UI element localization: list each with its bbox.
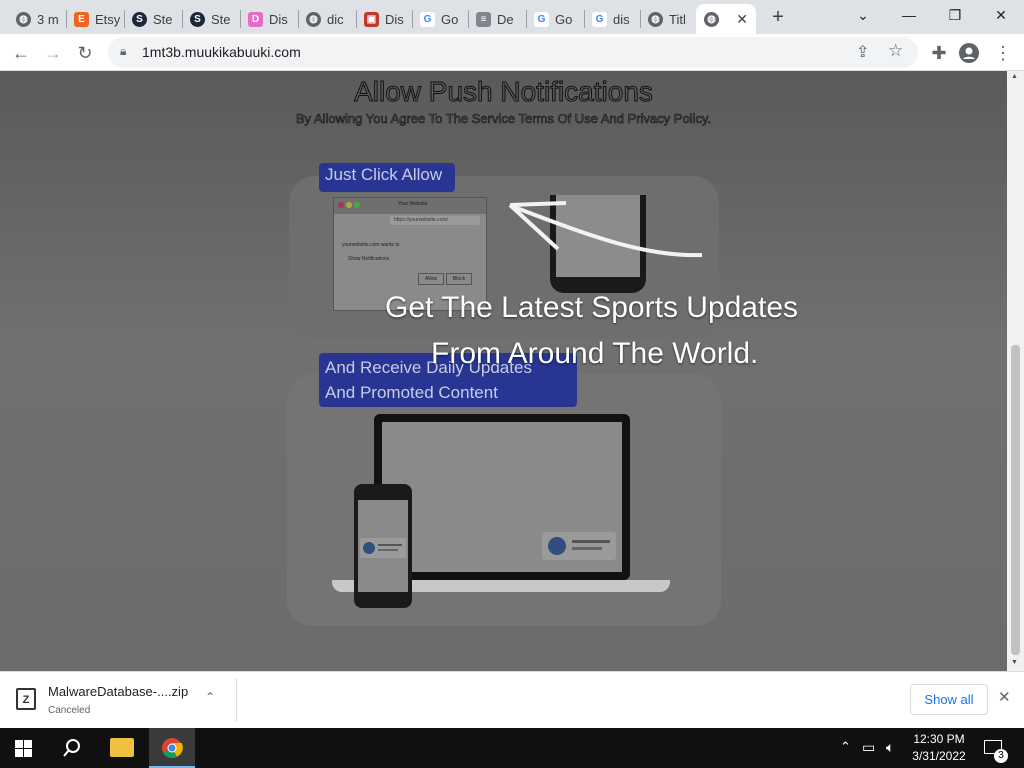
arrow-icon — [508, 201, 703, 258]
laptop-illustration — [374, 414, 630, 580]
tab[interactable]: S Ste — [182, 4, 240, 34]
phone-notification-card — [360, 538, 406, 558]
minimize-button[interactable]: — — [886, 0, 932, 30]
tab-label: Dis — [385, 11, 404, 27]
reload-button[interactable]: ↻ — [72, 40, 98, 66]
steam-icon: S — [132, 11, 147, 27]
download-status: Canceled — [48, 705, 91, 716]
file-explorer-icon[interactable] — [110, 738, 134, 757]
forward-button[interactable]: → — [40, 40, 66, 66]
tab-label: Dis — [269, 11, 288, 27]
tab-label: Ste — [211, 11, 231, 27]
tab-search-chevron-icon[interactable]: ⌄ — [840, 0, 886, 30]
info-icon — [363, 542, 375, 554]
tab[interactable]: ◍ 3 m — [8, 4, 64, 34]
tab-label: Ste — [153, 11, 173, 27]
zip-file-icon: Z — [16, 688, 36, 710]
menu-kebab-icon[interactable]: ⋮ — [990, 40, 1016, 66]
tab[interactable]: G dis — [584, 4, 640, 34]
web-page: Allow Push Notifications By Allowing You… — [0, 71, 1007, 671]
steam-icon: S — [190, 11, 205, 27]
scroll-up-arrow-icon[interactable]: ▲ — [1011, 73, 1018, 80]
page-subtitle: By Allowing You Agree To The Service Ter… — [295, 111, 712, 127]
gift-icon: ▣ — [364, 11, 379, 27]
laptop-notification-card — [542, 532, 616, 560]
tab[interactable]: G Go — [412, 4, 468, 34]
close-download-bar-icon[interactable]: ✕ — [998, 688, 1011, 706]
tab[interactable]: ▣ Dis — [356, 4, 412, 34]
tab-active[interactable]: ◍ ✕ — [696, 4, 756, 34]
globe-icon: ◍ — [16, 11, 31, 27]
tab-label: Etsy — [95, 11, 121, 27]
etsy-icon: E — [74, 11, 89, 27]
windows-start-icon[interactable] — [15, 740, 32, 757]
clock-time[interactable]: 12:30 PM — [906, 732, 972, 746]
tab[interactable]: S Ste — [124, 4, 182, 34]
download-bar: Z MalwareDatabase-....zip Canceled ⌃ Sho… — [0, 671, 1024, 728]
lock-icon[interactable]: 🔒︎ — [120, 44, 126, 59]
tab-close-icon[interactable]: ✕ — [736, 11, 748, 28]
tab[interactable]: D Dis — [240, 4, 298, 34]
doc-icon: ≡ — [476, 11, 491, 27]
tab-label: Go — [441, 11, 459, 27]
mock-browser-titlebar: Your Website — [334, 198, 486, 214]
tab[interactable]: ≡ De — [468, 4, 526, 34]
page-title: Allow Push Notifications — [354, 76, 654, 108]
close-window-button[interactable]: ✕ — [978, 0, 1024, 30]
tab-label: Go — [555, 11, 573, 27]
restore-button[interactable]: ❐ — [932, 0, 978, 30]
google-icon: G — [592, 11, 607, 27]
tab[interactable]: ◍ dic — [298, 4, 356, 34]
tab[interactable]: ◍ Titl — [640, 4, 696, 34]
overlay-headline-line2: From Around The World. — [431, 337, 759, 370]
clock-date[interactable]: 3/31/2022 — [906, 749, 972, 763]
back-button[interactable]: ← — [8, 40, 34, 66]
tab-label: De — [497, 11, 514, 27]
globe-icon: ◍ — [306, 11, 321, 27]
page-scrollbar[interactable]: ▲ ▼ — [1007, 71, 1024, 671]
tab-strip: ◍ 3 m E Etsy S Ste S Ste D Dis ◍ dic ▣ D… — [0, 0, 1024, 34]
profile-icon[interactable] — [956, 40, 982, 66]
extensions-icon[interactable]: ✚ — [926, 40, 952, 66]
network-icon[interactable]: ▭ — [862, 739, 875, 756]
google-icon: G — [534, 11, 549, 27]
scrollbar-thumb[interactable] — [1011, 345, 1020, 655]
phone-illustration — [354, 484, 412, 608]
tab-label: dic — [327, 11, 344, 27]
scroll-down-arrow-icon[interactable]: ▼ — [1011, 659, 1018, 666]
globe-icon: ◍ — [648, 11, 663, 27]
download-filename[interactable]: MalwareDatabase-....zip — [48, 684, 188, 699]
info-icon — [548, 537, 566, 555]
chevron-up-icon[interactable]: ⌃ — [205, 690, 215, 704]
search-icon[interactable] — [63, 739, 81, 757]
google-icon: G — [420, 11, 435, 27]
chrome-taskbar-button[interactable] — [149, 728, 195, 768]
show-all-button[interactable]: Show all — [910, 684, 988, 715]
notification-count-badge: 3 — [994, 749, 1008, 763]
tab-label: Titl — [669, 11, 686, 27]
share-icon[interactable]: ⇪ — [856, 42, 869, 62]
chrome-icon — [162, 738, 183, 759]
show-hidden-icons-chevron-icon[interactable]: ⌃ — [840, 739, 851, 755]
url-text[interactable]: 1mt3b.muukikabuuki.com — [142, 44, 301, 60]
windows-taskbar: ⌃ ▭ 🔈︎ 12:30 PM 3/31/2022 3 — [0, 728, 1024, 768]
discord-icon: D — [248, 11, 263, 27]
bookmark-star-icon[interactable]: ☆ — [888, 41, 903, 61]
tab-label: dis — [613, 11, 630, 27]
overlay-headline-line1: Get The Latest Sports Updates — [385, 291, 799, 324]
tab-label: 3 m — [37, 11, 59, 27]
browser-toolbar: ← → ↻ 🔒︎ 1mt3b.muukikabuuki.com ⇪ ☆ ✚ ⋮ — [0, 34, 1024, 71]
globe-icon: ◍ — [704, 11, 719, 27]
just-click-allow-badge: Just Click Allow — [319, 163, 455, 192]
new-tab-button[interactable]: + — [766, 6, 790, 28]
address-bar[interactable]: 🔒︎ 1mt3b.muukikabuuki.com ⇪ ☆ — [108, 37, 918, 68]
volume-icon[interactable]: 🔈︎ — [886, 739, 894, 756]
tab[interactable]: E Etsy — [66, 4, 124, 34]
tab[interactable]: G Go — [526, 4, 584, 34]
